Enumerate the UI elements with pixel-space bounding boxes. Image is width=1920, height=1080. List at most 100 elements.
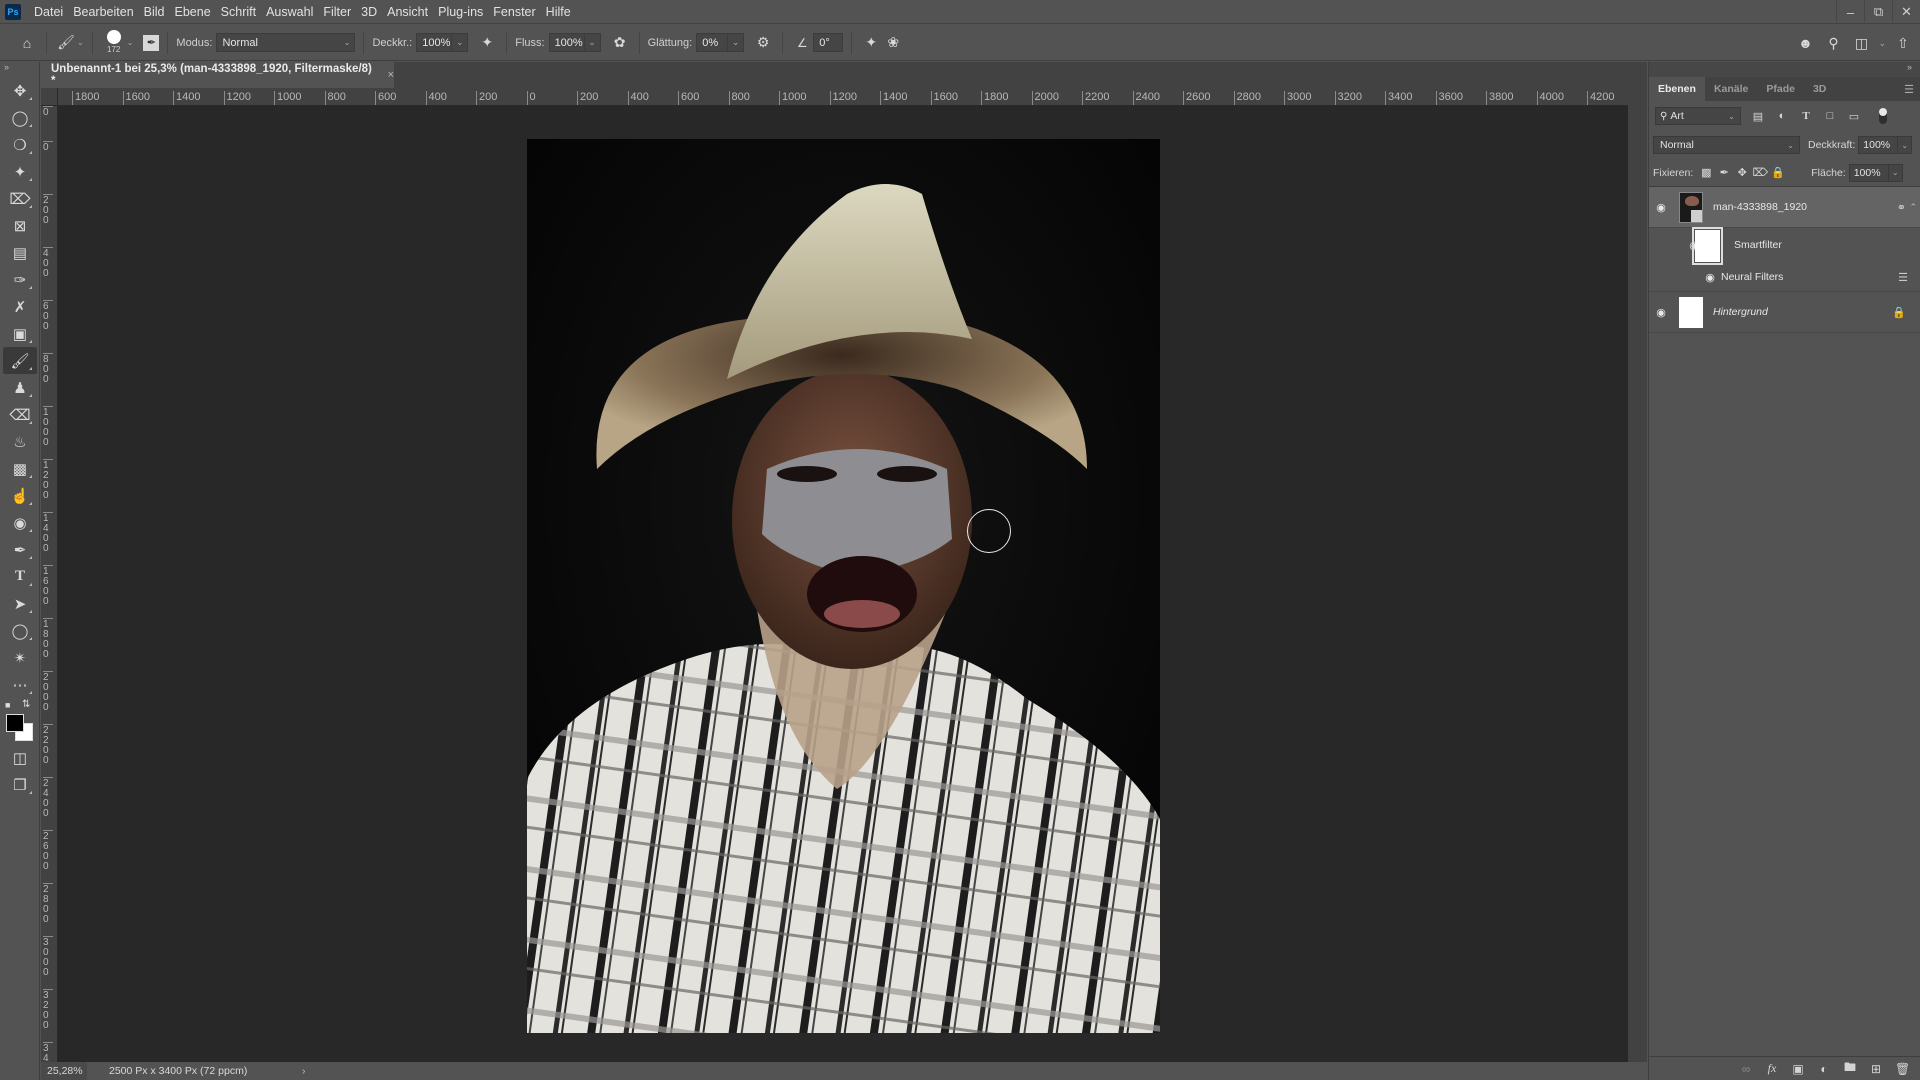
filter-blending-options-icon[interactable]: ☰ xyxy=(1898,271,1908,284)
tab-3d[interactable]: 3D xyxy=(1804,77,1835,101)
visibility-eye-icon[interactable]: ◉ xyxy=(1654,306,1668,319)
elliptical-marquee-tool-icon[interactable]: ◯ xyxy=(3,104,37,131)
filter-mask-thumbnail[interactable] xyxy=(1692,227,1723,265)
type-tool-icon[interactable]: T xyxy=(3,563,37,590)
collapse-effects-icon[interactable]: ⌃ xyxy=(1909,202,1917,213)
gradient-tool-icon[interactable]: ▩ xyxy=(3,455,37,482)
close-window-button[interactable]: ✕ xyxy=(1892,0,1920,24)
delete-layer-trash-icon[interactable]: 🗑 xyxy=(1895,1062,1910,1076)
add-mask-icon[interactable]: ▣ xyxy=(1791,1062,1805,1076)
default-colors-icon[interactable]: ■ xyxy=(5,700,10,710)
chevron-down-icon[interactable]: ⌄ xyxy=(77,38,84,47)
collapse-toolbar-icon[interactable]: » xyxy=(0,62,39,74)
symmetry-butterfly-icon[interactable]: ❀ xyxy=(882,32,904,54)
neural-filters-row[interactable]: ◉ Neural Filters ☰ xyxy=(1649,264,1920,292)
status-menu-arrow-icon[interactable]: › xyxy=(302,1065,306,1077)
visibility-eye-icon[interactable]: ◉ xyxy=(1703,271,1717,284)
vertical-scrollbar[interactable] xyxy=(1628,88,1647,1062)
chevron-down-icon[interactable]: ⌄ xyxy=(1878,38,1886,49)
link-layers-icon[interactable]: ∞ xyxy=(1739,1062,1753,1076)
brush-tool-icon[interactable]: 🖌 xyxy=(3,347,37,374)
shape-layer-filter-icon[interactable]: □ xyxy=(1823,110,1837,122)
paint-bucket-tool-icon[interactable]: ♨ xyxy=(3,428,37,455)
share-user-icon[interactable]: ☻ xyxy=(1794,32,1816,54)
blend-mode-select[interactable]: Normal ⌄ xyxy=(1653,136,1800,154)
workspace-icon[interactable]: ◫ xyxy=(1850,32,1872,54)
share-export-icon[interactable]: ⇧ xyxy=(1892,32,1914,54)
minimize-button[interactable]: – xyxy=(1836,0,1864,24)
adjustment-layer-filter-icon[interactable]: ◐ xyxy=(1775,110,1789,122)
menu-fenster[interactable]: Fenster xyxy=(488,5,540,19)
eraser-tool-icon[interactable]: ⌫ xyxy=(3,401,37,428)
add-layer-style-fx-icon[interactable]: fx xyxy=(1765,1061,1779,1076)
lock-image-pixels-icon[interactable]: ✒ xyxy=(1715,166,1733,179)
puppet-warp-icon[interactable]: ✴ xyxy=(3,644,37,671)
document-image[interactable] xyxy=(527,139,1160,1033)
panel-menu-icon[interactable]: ☰ xyxy=(1904,83,1914,96)
collapse-panels-icon[interactable]: » xyxy=(1649,62,1920,77)
lock-artboard-icon[interactable]: ⌦ xyxy=(1751,166,1769,179)
layer-opacity-input[interactable]: 100% xyxy=(1858,136,1899,154)
adjustment-layer-icon[interactable]: ◐ xyxy=(1817,1062,1831,1076)
mode-select[interactable]: Normal ⌄ xyxy=(216,33,356,52)
remove-tool-icon[interactable]: ✗ xyxy=(3,293,37,320)
zoom-level-input[interactable]: 25,28% xyxy=(41,1062,87,1080)
chevron-down-icon[interactable]: ⌄ xyxy=(127,38,134,47)
pressure-size-icon[interactable]: ✦ xyxy=(860,32,882,54)
close-document-icon[interactable]: × xyxy=(388,69,394,81)
swap-colors-icon[interactable]: ⇅ xyxy=(22,699,30,710)
menu-datei[interactable]: Datei xyxy=(29,5,68,19)
restore-button[interactable]: ⧉ xyxy=(1864,0,1892,24)
menu-bearbeiten[interactable]: Bearbeiten xyxy=(68,5,138,19)
smoothing-input[interactable]: 0% xyxy=(696,33,729,52)
document-tab[interactable]: Unbenannt-1 bei 25,3% (man-4333898_1920,… xyxy=(41,62,394,88)
magic-wand-tool-icon[interactable]: ✦ xyxy=(3,158,37,185)
layer-row-background[interactable]: ◉ Hintergrund 🔒 xyxy=(1649,292,1920,333)
object-selection-tool-icon[interactable]: ▣ xyxy=(3,320,37,347)
vertical-ruler[interactable]: 0 0 200 400 600 800 1000 1200 1400 1600 1800 2000 22… xyxy=(41,106,58,1062)
fill-dropdown[interactable]: ⌄ xyxy=(1888,163,1903,182)
flow-dropdown[interactable]: ⌄ xyxy=(584,33,601,52)
brush-tool-preset-icon[interactable]: 🖌 xyxy=(55,32,77,54)
opacity-input[interactable]: 100% xyxy=(416,33,453,52)
fill-input[interactable]: 100% xyxy=(1848,163,1889,182)
menu-3d[interactable]: 3D xyxy=(356,5,382,19)
lock-transparent-pixels-icon[interactable]: ▩ xyxy=(1697,166,1715,179)
horizontal-ruler[interactable]: 1800 1600 1400 1200 1000 800 600 400 200 0 200 400 6… xyxy=(58,88,1628,106)
smoothing-dropdown[interactable]: ⌄ xyxy=(728,33,745,52)
airbrush-icon[interactable]: ✿ xyxy=(609,32,631,54)
dodge-tool-icon[interactable]: ◉ xyxy=(3,509,37,536)
new-group-folder-icon[interactable]: 🖿 xyxy=(1843,1058,1857,1079)
visibility-eye-icon[interactable]: ◉ xyxy=(1654,201,1668,214)
menu-schrift[interactable]: Schrift xyxy=(216,5,261,19)
crop-tool-icon[interactable]: ⌦ xyxy=(3,185,37,212)
lock-position-icon[interactable]: ✥ xyxy=(1733,166,1751,179)
tab-kanaele[interactable]: Kanäle xyxy=(1705,77,1757,101)
layer-filter-toggle[interactable] xyxy=(1879,108,1887,124)
tab-pfade[interactable]: Pfade xyxy=(1757,77,1804,101)
canvas-area[interactable] xyxy=(58,106,1628,1062)
angle-input[interactable]: 0° xyxy=(813,33,844,52)
edit-toolbar-more-icon[interactable]: ⋯ xyxy=(3,671,37,698)
ruler-origin[interactable] xyxy=(41,88,58,106)
brush-size-picker[interactable]: 172 xyxy=(101,28,127,58)
menu-auswahl[interactable]: Auswahl xyxy=(261,5,318,19)
search-icon[interactable]: ⚲ xyxy=(1822,32,1844,54)
layer-row-smart-object[interactable]: ◉ man-4333898_1920 ⚭ ⌃ xyxy=(1649,187,1920,228)
filter-kind-select[interactable]: ⚲ Art ⌄ xyxy=(1655,107,1741,125)
smoothing-settings-gear-icon[interactable]: ⚙ xyxy=(752,32,774,54)
tab-ebenen[interactable]: Ebenen xyxy=(1649,77,1705,101)
menu-hilfe[interactable]: Hilfe xyxy=(541,5,576,19)
flow-input[interactable]: 100% xyxy=(548,33,585,52)
opacity-dropdown[interactable]: ⌄ xyxy=(452,33,469,52)
new-layer-icon[interactable]: ⊞ xyxy=(1869,1062,1883,1076)
pixel-layer-filter-icon[interactable]: ▤ xyxy=(1751,110,1765,123)
brush-settings-panel-icon[interactable]: ✒ xyxy=(143,34,160,51)
lasso-tool-icon[interactable]: ❍ xyxy=(3,131,37,158)
lock-all-icon[interactable]: 🔒 xyxy=(1769,166,1787,179)
menu-plugins[interactable]: Plug-ins xyxy=(433,5,488,19)
smart-filter-row[interactable]: ◉ Smartfilter xyxy=(1649,227,1920,265)
pen-tool-icon[interactable]: ✒ xyxy=(3,536,37,563)
ruler-tool-icon[interactable]: ▤ xyxy=(3,239,37,266)
menu-filter[interactable]: Filter xyxy=(318,5,356,19)
